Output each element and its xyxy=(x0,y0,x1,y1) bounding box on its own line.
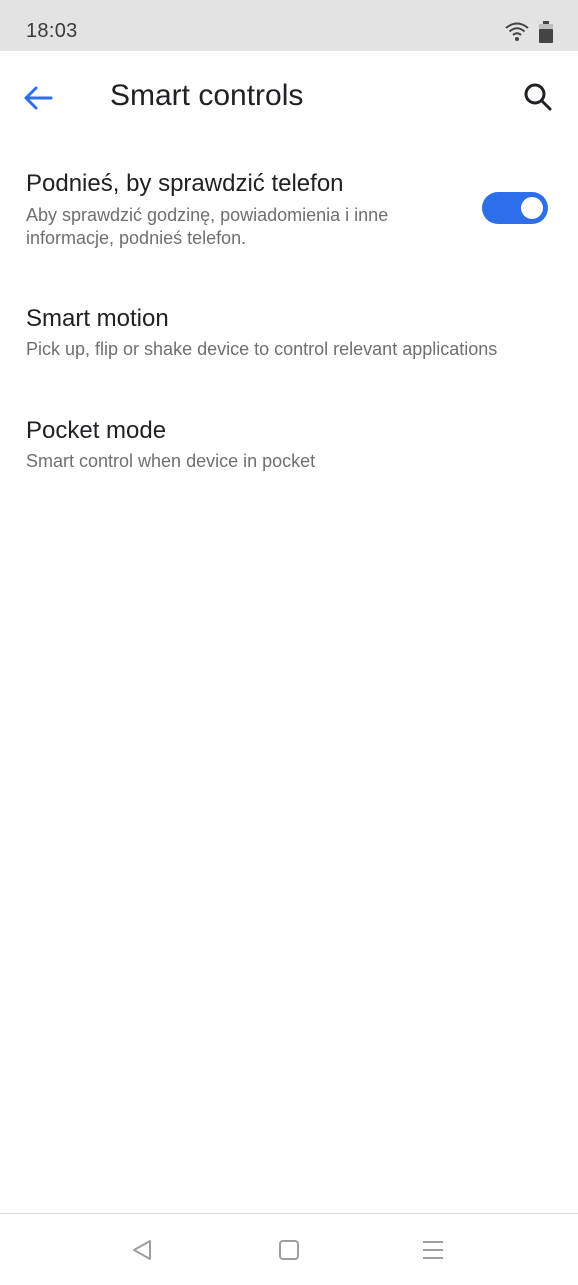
back-triangle-icon xyxy=(133,1240,151,1260)
nav-back-button[interactable] xyxy=(122,1232,162,1268)
setting-title: Podnieś, by sprawdzić telefon xyxy=(26,170,344,197)
menu-lines-icon xyxy=(423,1241,443,1259)
status-bar: 18:03 xyxy=(0,0,578,51)
nav-menu-button[interactable] xyxy=(413,1232,453,1268)
nav-home-button[interactable] xyxy=(269,1232,309,1268)
navigation-bar xyxy=(0,1213,578,1285)
battery-icon xyxy=(539,21,553,43)
back-button[interactable] xyxy=(14,74,62,122)
setting-item-pocket-mode[interactable]: Pocket mode Smart control when device in… xyxy=(0,402,578,492)
setting-title: Pocket mode xyxy=(26,417,167,444)
setting-item-smart-motion[interactable]: Smart motion Pick up, flip or shake devi… xyxy=(0,290,578,380)
wifi-icon xyxy=(505,22,529,41)
search-icon xyxy=(524,83,552,111)
raise-to-check-toggle[interactable] xyxy=(482,192,548,224)
setting-summary: Pick up, flip or shake device to control… xyxy=(26,339,498,359)
setting-item-raise-to-check[interactable]: Podnieś, by sprawdzić telefon Aby sprawd… xyxy=(0,160,578,270)
toggle-knob xyxy=(521,197,543,219)
app-bar: Smart controls xyxy=(0,51,578,146)
search-button[interactable] xyxy=(514,73,562,121)
setting-title: Smart motion xyxy=(26,305,169,332)
status-time: 18:03 xyxy=(26,20,78,42)
home-square-icon xyxy=(279,1240,299,1260)
setting-summary: Smart control when device in pocket xyxy=(26,451,316,471)
arrow-left-icon xyxy=(24,86,53,110)
setting-summary: Aby sprawdzić godzinę, powiadomienia i i… xyxy=(26,205,389,248)
page-title: Smart controls xyxy=(110,79,304,112)
